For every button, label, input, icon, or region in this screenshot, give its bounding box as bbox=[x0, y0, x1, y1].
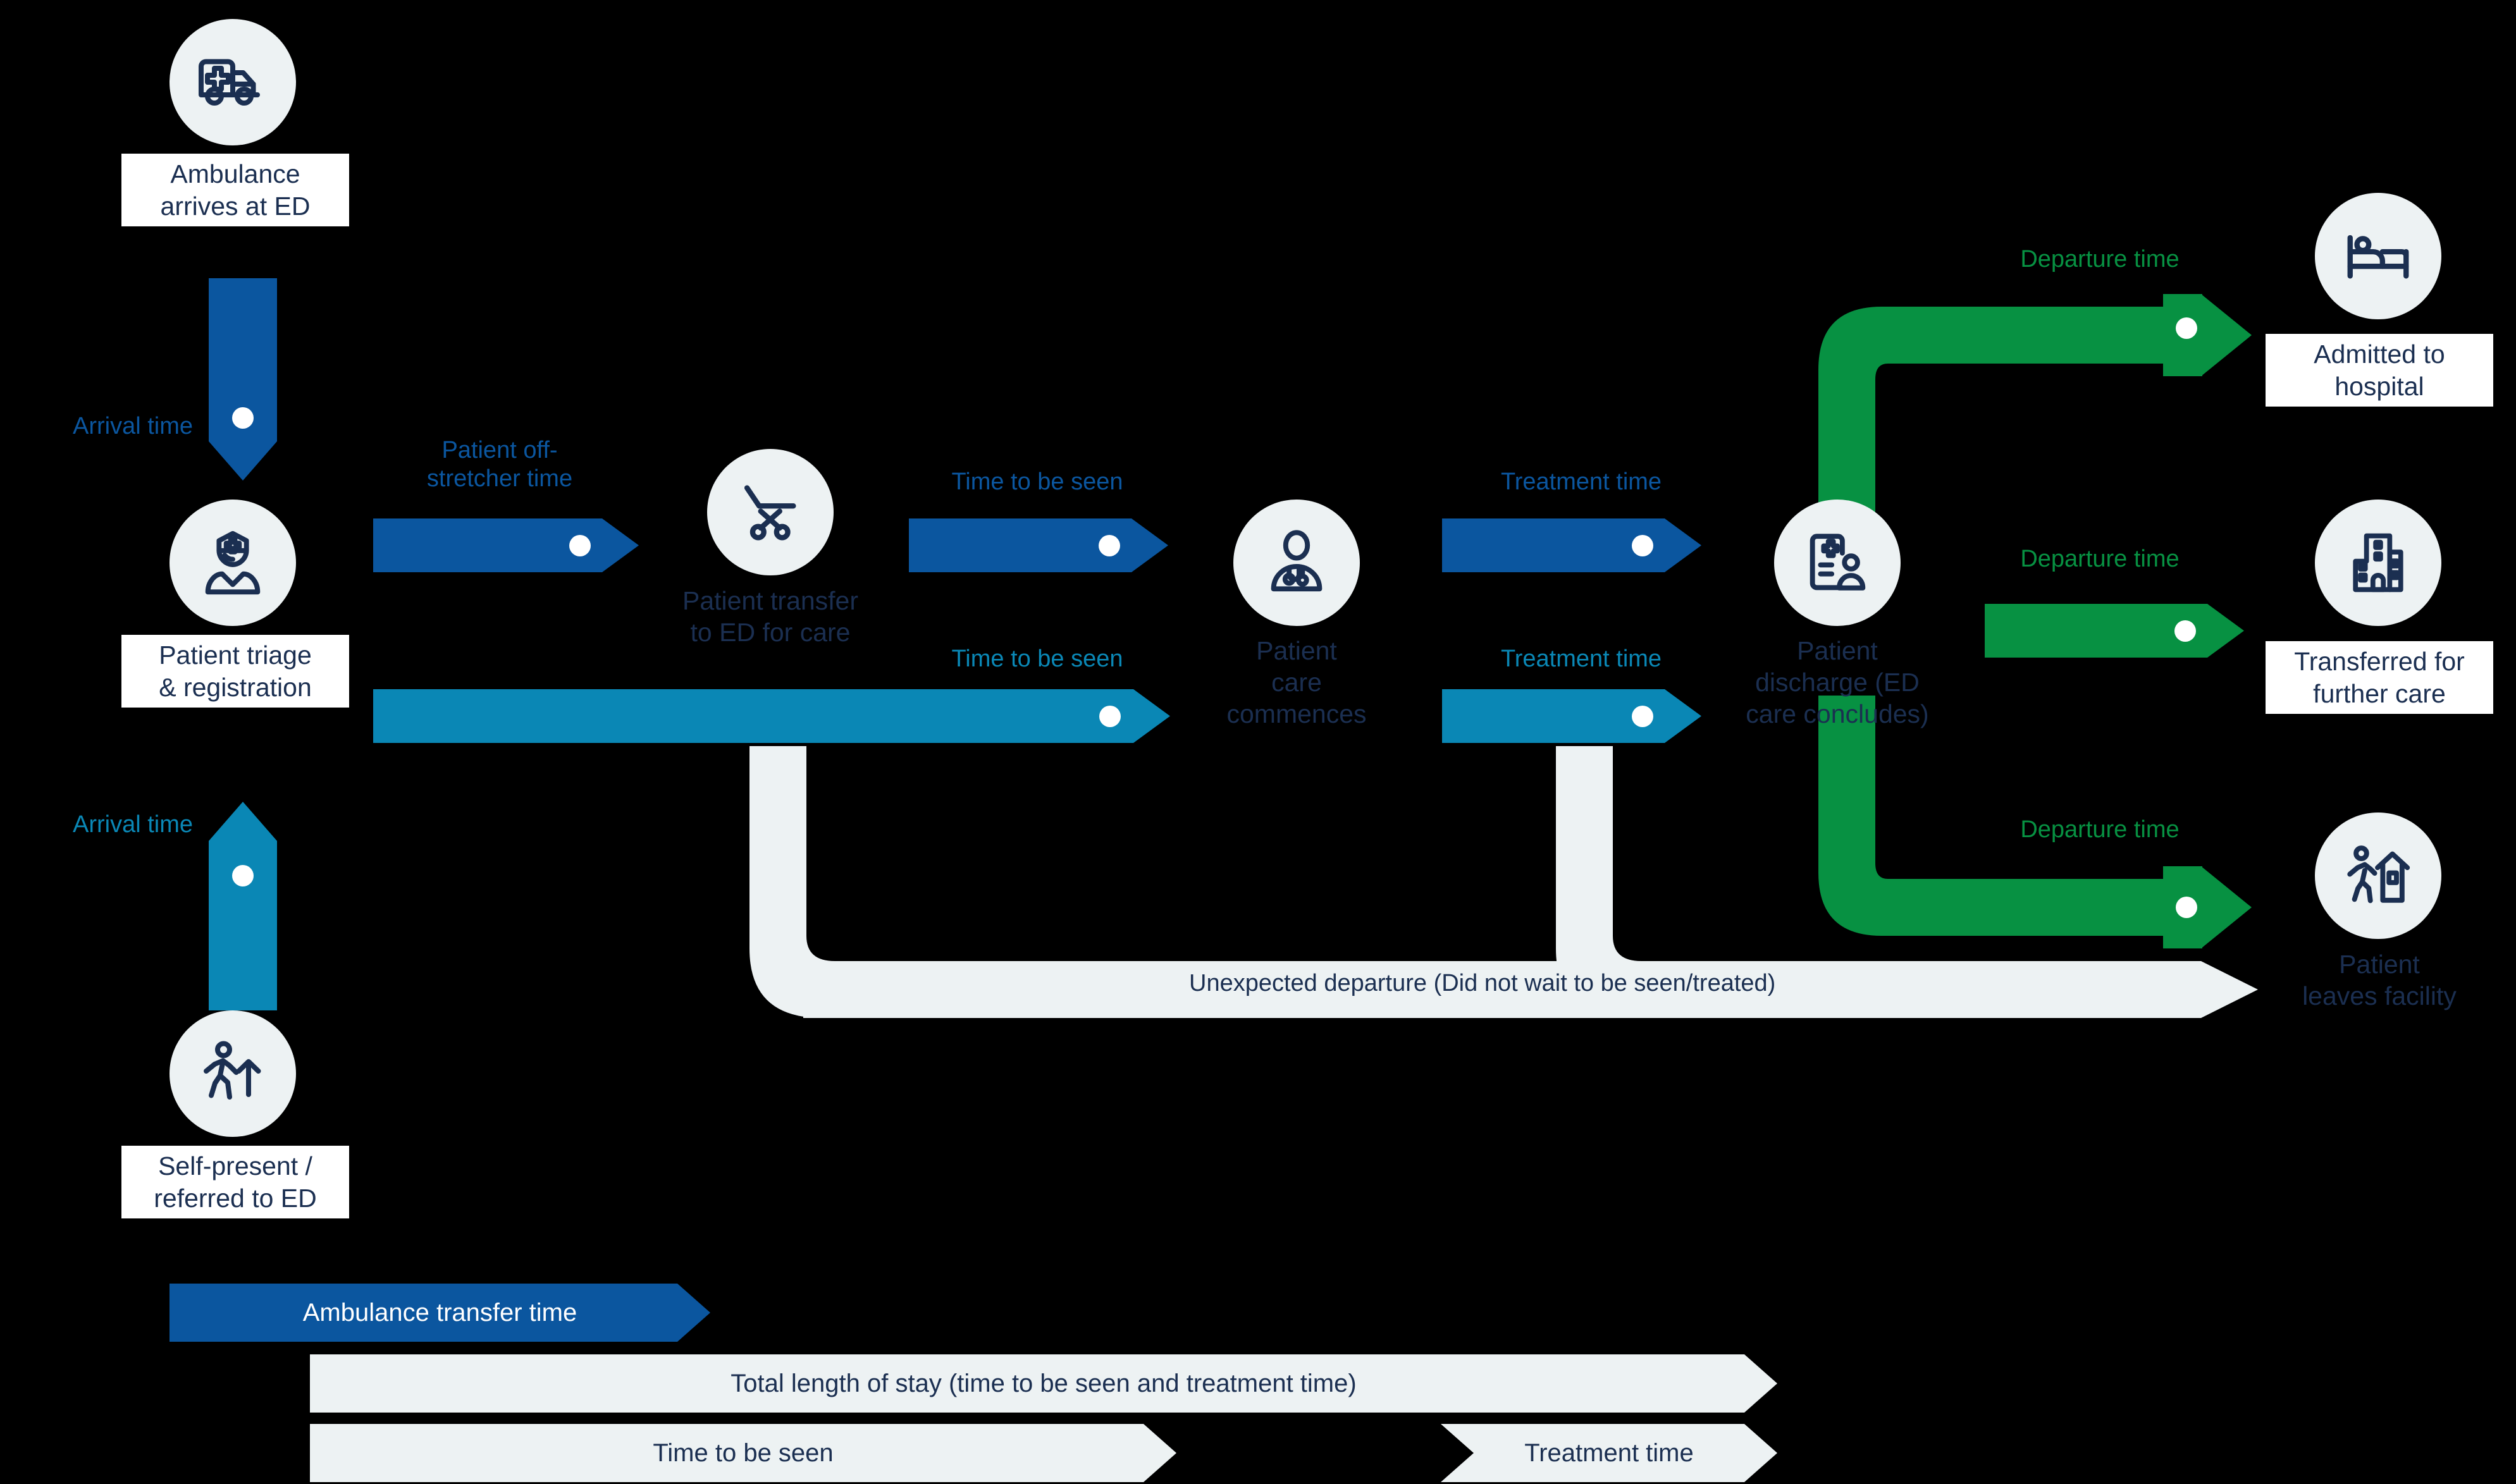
unexpected-departure-label: Unexpected departure (Did not wait to be… bbox=[1189, 970, 1776, 996]
milestone-dot bbox=[1099, 705, 1121, 727]
self-present-label: Self-present / referred to ED bbox=[121, 1146, 349, 1218]
hospital-icon bbox=[2315, 500, 2441, 626]
milestone-dot bbox=[1099, 534, 1120, 556]
stretcher-icon bbox=[707, 449, 834, 575]
departure-time-admitted-label: Departure time bbox=[2020, 246, 2180, 273]
time-to-be-seen-bottom-arrow bbox=[373, 689, 1170, 743]
arrival-time-top-arrow bbox=[209, 278, 277, 481]
milestone-dot bbox=[1632, 534, 1653, 556]
legend-total-length-of-stay: Total length of stay (time to be seen an… bbox=[310, 1354, 1777, 1413]
transferred-further-care-label: Transferred for further care bbox=[2266, 641, 2493, 714]
nurse-icon bbox=[170, 500, 296, 626]
legend-treatment-time: Treatment time bbox=[1441, 1424, 1777, 1482]
arrival-time-bottom-label: Arrival time bbox=[72, 811, 193, 838]
ambulance-icon bbox=[170, 19, 296, 145]
admitted-to-hospital-label: Admitted to hospital bbox=[2266, 334, 2493, 407]
milestone-dot bbox=[569, 534, 591, 556]
treatment-time-top-arrow bbox=[1442, 518, 1701, 572]
milestone-dot bbox=[232, 407, 254, 429]
arrival-time-top-label: Arrival time bbox=[72, 413, 193, 439]
milestone-dot bbox=[2174, 620, 2196, 642]
treatment-time-bottom-label: Treatment time bbox=[1500, 646, 1662, 672]
patient-off-stretcher-time-label: Patient off- stretcher time bbox=[426, 437, 573, 492]
departure-time-transferred-label: Departure time bbox=[2020, 546, 2180, 572]
ed-patient-journey-diagram: Arrival time Arrival time Patient off- s… bbox=[0, 0, 2516, 1484]
departure-time-transferred-arrow bbox=[1985, 604, 2244, 658]
bed-icon bbox=[2315, 193, 2441, 319]
patient-care-commences-label: Patient care commences bbox=[1226, 636, 1367, 729]
treatment-time-bottom-arrow bbox=[1442, 689, 1701, 743]
patient-transfer-label: Patient transfer to ED for care bbox=[682, 586, 859, 647]
milestone-dot bbox=[232, 865, 254, 886]
legend-time-to-be-seen: Time to be seen bbox=[310, 1424, 1176, 1482]
time-to-be-seen-top-label: Time to be seen bbox=[951, 469, 1123, 495]
doctor-icon bbox=[1233, 500, 1360, 626]
pedestrian-icon bbox=[170, 1010, 296, 1137]
arrival-time-bottom-arrow bbox=[209, 802, 277, 1010]
home-icon bbox=[2315, 813, 2441, 939]
patient-off-stretcher-arrow bbox=[373, 518, 639, 572]
ambulance-arrives-label: Ambulance arrives at ED bbox=[121, 154, 349, 226]
time-to-be-seen-bottom-label: Time to be seen bbox=[951, 646, 1123, 672]
patient-leaves-facility-label: Patient leaves facility bbox=[2302, 950, 2457, 1011]
time-to-be-seen-top-arrow bbox=[909, 518, 1168, 572]
patient-discharge-label: Patient discharge (ED care concludes) bbox=[1746, 636, 1929, 729]
milestone-dot bbox=[2176, 317, 2197, 339]
legend-ambulance-transfer-time: Ambulance transfer time bbox=[170, 1284, 710, 1342]
discharge-icon bbox=[1774, 500, 1901, 626]
patient-triage-label: Patient triage & registration bbox=[121, 635, 349, 708]
treatment-time-top-label: Treatment time bbox=[1500, 469, 1662, 495]
milestone-dot bbox=[1632, 705, 1653, 727]
